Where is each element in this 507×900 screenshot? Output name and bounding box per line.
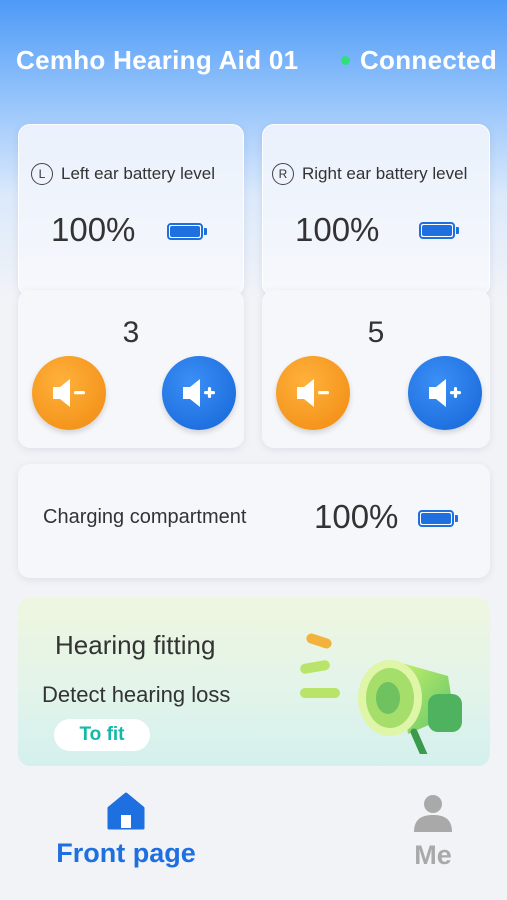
tab-me[interactable]: Me [393,790,473,871]
left-ear-battery-title: Left ear battery level [61,164,216,183]
right-ear-badge-icon: R [272,163,294,185]
right-ear-volume-card: 5 [262,290,490,448]
home-icon [107,792,145,830]
right-volume-down-button[interactable] [276,356,350,430]
right-volume-up-button[interactable] [408,356,482,430]
right-ear-volume-value: 5 [367,316,385,349]
left-ear-battery-card: L Left ear battery level 100% [18,124,244,296]
device-name: Cemho Hearing Aid 01 [16,44,299,75]
right-ear-battery-card: R Right ear battery level 100% [262,124,490,296]
left-ear-volume-card: 3 [18,290,244,448]
hearing-fitting-subtitle: Detect hearing loss [42,682,231,707]
app-header: Cemho Hearing Aid 01 Connected [0,40,507,80]
status-dot-icon [340,55,350,65]
volume-up-icon [183,379,215,407]
battery-icon [418,510,458,527]
left-volume-down-button[interactable] [32,356,106,430]
battery-icon [419,222,459,239]
tab-me-label: Me [414,840,452,870]
status-text: Connected [359,44,497,75]
left-ear-volume-value: 3 [122,316,140,349]
left-ear-badge-icon: L [31,163,53,185]
charging-compartment-card: Charging compartment 100% [18,464,490,578]
left-volume-up-button[interactable] [162,356,236,430]
left-ear-battery-percent: 100% [51,211,136,248]
hearing-fitting-banner[interactable]: Hearing fitting Detect hearing loss To f… [18,598,490,766]
right-ear-battery-title: Right ear battery level [302,164,468,183]
connection-status: Connected [340,44,497,76]
volume-up-icon [429,379,461,407]
battery-icon [167,223,207,240]
bottom-tab-bar: Front page Me [0,790,507,900]
tab-front-page[interactable]: Front page [52,790,200,869]
charging-compartment-label: Charging compartment [43,506,247,528]
megaphone-icon [300,633,462,754]
volume-down-icon [53,379,85,407]
to-fit-button[interactable]: To fit [54,719,150,751]
hearing-fitting-title: Hearing fitting [55,630,216,660]
person-icon [414,795,452,832]
volume-down-icon [297,379,329,407]
right-ear-battery-percent: 100% [295,211,380,248]
tab-front-page-label: Front page [56,838,196,868]
charging-compartment-percent: 100% [314,498,399,535]
